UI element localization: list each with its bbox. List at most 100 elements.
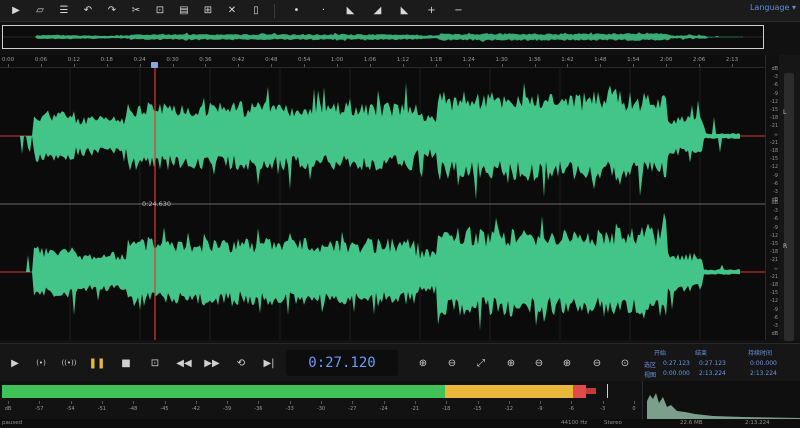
ruler-tick — [402, 64, 404, 67]
zoom-fit-button[interactable]: ⤢ — [472, 354, 490, 372]
record-frame-icon: ⊡ — [150, 357, 160, 369]
play-button[interactable]: ▶ — [4, 0, 28, 22]
ruler-tick — [73, 64, 75, 67]
language-menu[interactable]: Language ▾ — [750, 3, 796, 12]
row-label: 选区 — [644, 362, 657, 369]
meter-tick-label: -24 — [379, 406, 388, 412]
play-icon: ▶ — [12, 5, 20, 16]
ruler-tick-label: 1:24 — [462, 57, 475, 63]
selection-row: 选区 0:27.123 0:27.123 0:00.000 — [644, 360, 800, 370]
redo-button[interactable]: ↷ — [100, 0, 124, 22]
rewind-button[interactable]: ◀◀ — [175, 354, 193, 372]
ruler-tick-label: 1:00 — [330, 57, 344, 63]
loop-button[interactable]: ((•)) — [60, 354, 78, 372]
spectrum-graph — [647, 393, 800, 419]
zoom-vertical-in-button[interactable]: ⊕ — [558, 354, 576, 372]
zoom-in-button[interactable]: ⊕ — [414, 354, 432, 372]
ruler-tick — [139, 64, 141, 67]
list-button[interactable]: ☰ — [52, 0, 76, 22]
loop-icon: ((•)) — [61, 359, 77, 367]
meter-tick — [446, 401, 448, 404]
ruler-tick — [435, 64, 437, 67]
view-start[interactable]: 0:00.000 — [663, 370, 690, 377]
waveform-view[interactable]: 0:24.630 — [0, 68, 765, 340]
plus-button[interactable]: + — [418, 0, 445, 22]
skip-end-button[interactable]: ▶| — [260, 354, 278, 372]
meter-tick-label: -54 — [66, 406, 75, 412]
time-ruler[interactable]: 0:00 0:06 0:12 0:18 0:24 0:30 0:36 0:42 0:48 0:54… — [0, 55, 765, 68]
trim-button[interactable]: ▯ — [244, 0, 268, 22]
meter-tick — [164, 401, 166, 404]
play-icon: ▶ — [11, 357, 19, 369]
repeat-icon: ⟲ — [236, 357, 246, 369]
delete-icon: ✕ — [227, 5, 237, 16]
fade-out-alt-button[interactable]: ◢ — [364, 0, 391, 22]
toolbar-group-effects: • · ◣ ◢ ◣ + − — [283, 0, 472, 22]
ruler-tick-label: 1:06 — [363, 57, 377, 63]
repeat-button[interactable]: ⟲ — [232, 354, 250, 372]
meter-tick-label: -57 — [35, 406, 44, 412]
selection-duration[interactable]: 0:00.000 — [750, 360, 777, 367]
select-button[interactable]: ⊞ — [196, 0, 220, 22]
meter-tick-label: -39 — [223, 406, 232, 412]
language-label: Language — [749, 3, 790, 12]
fade-out-button[interactable]: ◣ — [391, 0, 418, 22]
redo-icon: ↷ — [107, 5, 117, 16]
view-end[interactable]: 2:13.224 — [699, 370, 726, 377]
header-duration: 持续时间 — [748, 350, 773, 357]
play-button[interactable]: ▶ — [6, 354, 24, 372]
status-sample-rate: 44100 Hz — [561, 420, 588, 426]
zoom-selection-in-button[interactable]: ⊕ — [502, 354, 520, 372]
pause-button[interactable]: ❚❚ — [88, 354, 106, 372]
open-folder-button[interactable]: ▱ — [28, 0, 52, 22]
ruler-tick — [567, 64, 569, 67]
cut-icon: ✂ — [131, 5, 141, 16]
meter-tick — [39, 401, 41, 404]
record-frame-button[interactable]: ⊡ — [146, 354, 164, 372]
db-tick-label: -21 — [770, 124, 778, 130]
minus-button[interactable]: − — [445, 0, 472, 22]
toolbar: ▶ ▱ ☰ ↶ ↷ ✂ ⊡ ▤ ⊞ ✕ ▯ • · ◣ ◢ ◣ + − Language ▾ — [0, 0, 800, 22]
zoom-selection-out-button[interactable]: ⊖ — [530, 354, 548, 372]
delete-button[interactable]: ✕ — [220, 0, 244, 22]
waveform-overview[interactable] — [2, 25, 764, 49]
spectrum-view — [642, 381, 800, 419]
fade-in-button[interactable]: ◣ — [337, 0, 364, 22]
db-tick-label: -9 — [773, 307, 778, 313]
cut-button[interactable]: ✂ — [124, 0, 148, 22]
db-tick-label: -21 — [770, 140, 778, 146]
zoom-full-button[interactable]: ⊙ — [616, 354, 634, 372]
ruler-tick-label: 1:42 — [561, 57, 574, 63]
view-duration[interactable]: 2:13.224 — [750, 370, 777, 377]
db-tick-label: -15 — [770, 157, 778, 163]
db-tick-label: -3 — [773, 75, 778, 81]
meter-tick-label: -27 — [348, 406, 357, 412]
ruler-tick-label: 0:06 — [34, 57, 48, 63]
crop-button[interactable]: ⊡ — [148, 0, 172, 22]
meter-tick-label: -45 — [160, 406, 169, 412]
zoom-fit-icon: ⤢ — [477, 357, 485, 369]
stop-button[interactable]: ■ — [117, 354, 135, 372]
zoom-vertical-out-icon: ⊖ — [592, 357, 602, 369]
status-channels: Stereo — [604, 420, 622, 426]
small-dot-icon: · — [321, 5, 326, 16]
skip-end-icon: ▶| — [263, 357, 275, 369]
dot-button[interactable]: • — [283, 0, 310, 22]
meter-tick — [414, 401, 416, 404]
zoom-out-button[interactable]: ⊖ — [443, 354, 461, 372]
waveform-canvas[interactable] — [0, 68, 765, 340]
db-tick-label: -18 — [770, 250, 778, 256]
loop-left-button[interactable]: (•) — [32, 354, 50, 372]
selection-start[interactable]: 0:27.123 — [663, 360, 690, 367]
ruler-tick — [468, 64, 470, 67]
paste-button[interactable]: ▤ — [172, 0, 196, 22]
selection-end[interactable]: 0:27.123 — [699, 360, 726, 367]
zoom-vertical-out-button[interactable]: ⊖ — [588, 354, 606, 372]
small-dot-button[interactable]: · — [310, 0, 337, 22]
forward-button[interactable]: ▶▶ — [203, 354, 221, 372]
vertical-scrollbar[interactable]: L R — [779, 55, 800, 341]
db-tick-label: -18 — [770, 149, 778, 154]
meter-tick — [602, 401, 604, 404]
db-tick-label: -9 — [773, 225, 778, 231]
undo-button[interactable]: ↶ — [76, 0, 100, 22]
